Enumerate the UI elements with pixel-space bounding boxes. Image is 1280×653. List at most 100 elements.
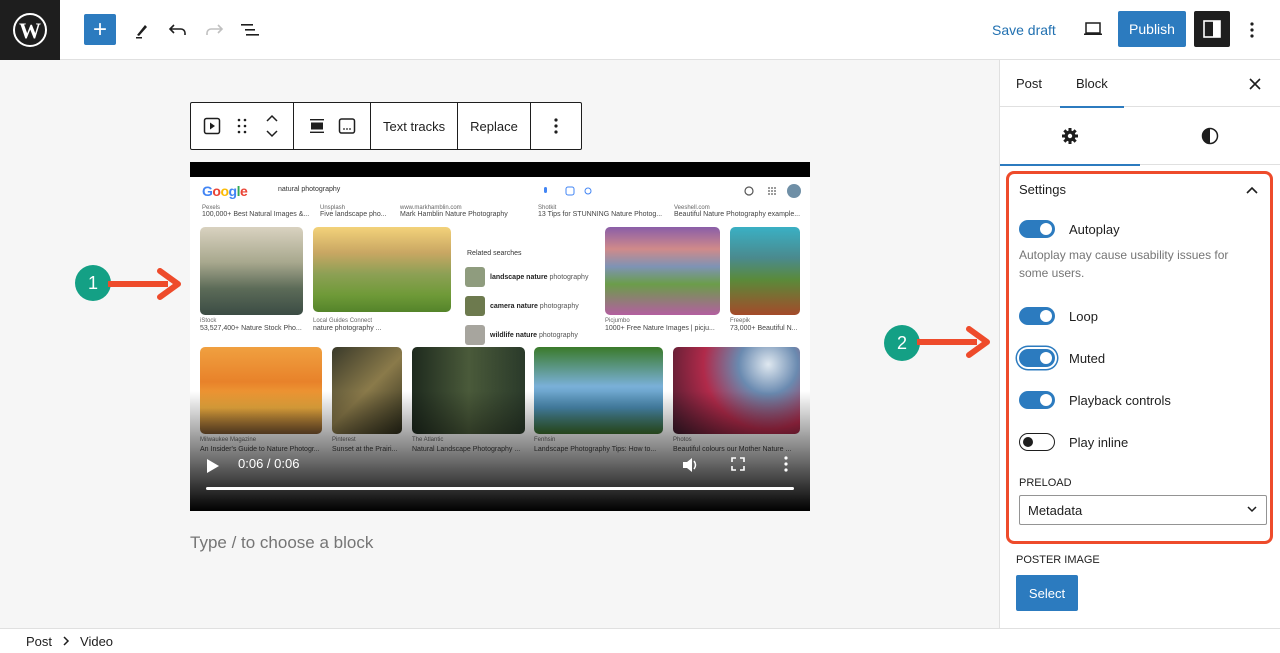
tab-styles[interactable] (1140, 107, 1280, 165)
account-icons (744, 184, 801, 198)
block-breadcrumb: Post Video (0, 628, 1280, 653)
document-overview-button[interactable] (236, 16, 264, 44)
block-inspector-tabs (1000, 107, 1280, 166)
autoplay-label: Autoplay (1069, 221, 1120, 237)
playback-controls-label: Playback controls (1069, 392, 1171, 408)
replace-button[interactable]: Replace (458, 103, 530, 149)
select-poster-button[interactable]: Select (1016, 575, 1078, 611)
volume-icon[interactable] (681, 456, 699, 474)
avatar-initial: F (735, 186, 740, 195)
preload-select[interactable]: Metadata (1019, 495, 1267, 525)
preload-label: PRELOAD (1019, 477, 1072, 489)
contrast-icon (1201, 127, 1219, 145)
loop-toggle[interactable] (1019, 307, 1055, 325)
undo-icon (168, 24, 186, 35)
image-result-thumbnail (605, 227, 720, 315)
more-vertical-icon (554, 118, 558, 134)
desktop-preview-icon (1084, 22, 1102, 35)
close-icon (1249, 78, 1261, 90)
breadcrumb-video[interactable]: Video (80, 634, 113, 649)
drag-handle[interactable] (227, 103, 257, 149)
sidebar-tabs: Post Block (1000, 60, 1280, 108)
result-source: Local Guides Connect (313, 318, 373, 324)
muted-label: Muted (1069, 350, 1106, 366)
text-tracks-button[interactable]: Text tracks (371, 103, 457, 149)
publish-button[interactable]: Publish (1118, 11, 1186, 47)
video-controls: 0:06 / 0:06 (190, 450, 810, 480)
result-title: Beautiful Nature Photography example... (674, 211, 801, 218)
result-title: Mark Hamblin Nature Photography (400, 211, 508, 218)
play-inline-toggle[interactable] (1019, 433, 1055, 451)
drag-icon (237, 118, 247, 134)
chevron-right-icon (63, 636, 70, 646)
play-icon[interactable] (206, 458, 220, 474)
image-result-thumbnail (730, 227, 800, 315)
related-search-item: landscape nature photography (465, 267, 588, 287)
tab-post[interactable]: Post (1000, 60, 1058, 107)
align-button[interactable] (302, 103, 332, 149)
breadcrumb-post[interactable]: Post (26, 634, 52, 649)
block-options-button[interactable] (541, 103, 571, 149)
play-inline-label: Play inline (1069, 434, 1129, 450)
video-more-icon[interactable] (784, 456, 788, 472)
caption-icon (338, 118, 356, 134)
playback-controls-toggle[interactable] (1019, 391, 1055, 409)
result-title: 1000+ Free Nature Images | picju... (605, 325, 715, 332)
sidebar-toggle-icon (1203, 20, 1221, 38)
video-progress-bar[interactable] (206, 487, 794, 490)
align-center-icon (310, 119, 324, 133)
result-source: iStock (200, 318, 217, 324)
plus-icon: + (92, 15, 107, 43)
more-options-button[interactable] (1240, 16, 1264, 44)
move-up-down-button[interactable] (257, 103, 287, 149)
muted-setting: Muted (1019, 349, 1105, 367)
annotation-arrow-1 (108, 268, 181, 300)
caption-button[interactable] (332, 103, 362, 149)
result-title: Five landscape pho... (320, 211, 387, 218)
close-sidebar-button[interactable] (1243, 72, 1267, 96)
block-toolbar: Text tracks Replace (190, 102, 582, 150)
video-block[interactable]: Google natural photography F Pexels 100,… (190, 162, 810, 511)
result-source: Freepik (730, 318, 751, 324)
settings-sidebar: Post Block Settings Autoplay Autoplay ma… (999, 60, 1280, 628)
settings-panel-highlight: Settings Autoplay Autoplay may cause usa… (1006, 171, 1273, 544)
muted-toggle[interactable] (1019, 349, 1055, 367)
chevron-up-down-icon (266, 114, 278, 138)
play-inline-setting: Play inline (1019, 433, 1128, 451)
redo-icon (206, 24, 224, 35)
list-view-icon (241, 24, 259, 36)
settings-panel-heading[interactable]: Settings (1019, 182, 1066, 197)
tab-settings[interactable] (1000, 107, 1140, 166)
block-appender-placeholder[interactable]: Type / to choose a block (190, 533, 373, 553)
wordpress-icon: W (13, 13, 47, 47)
chevron-up-icon (1246, 186, 1258, 194)
result-title: 13 Tips for STUNNING Nature Photog... (538, 211, 663, 218)
annotation-arrow-2 (917, 326, 990, 358)
svg-text:W: W (19, 18, 41, 43)
fullscreen-icon[interactable] (731, 457, 745, 471)
wordpress-logo[interactable]: W (0, 0, 60, 60)
gear-icon (1062, 128, 1078, 144)
undo-button[interactable] (164, 16, 192, 44)
tools-button[interactable] (128, 16, 156, 44)
loop-label: Loop (1069, 308, 1098, 324)
result-title: 73,000+ Beautiful N... (730, 325, 798, 332)
preview-button[interactable] (1078, 14, 1108, 44)
image-result-thumbnail (313, 227, 451, 312)
editor-header: W + Save draft Publish (0, 0, 1280, 60)
add-block-button[interactable]: + (84, 14, 116, 45)
block-type-button[interactable] (197, 103, 227, 149)
settings-sidebar-toggle[interactable] (1194, 11, 1230, 47)
step-1-badge: 1 (75, 265, 111, 301)
result-title: 53,527,400+ Nature Stock Pho... (200, 325, 302, 332)
tab-block[interactable]: Block (1060, 60, 1124, 108)
step-2-badge: 2 (884, 325, 920, 361)
redo-button[interactable] (200, 16, 228, 44)
collapse-settings-button[interactable] (1242, 180, 1262, 200)
result-source: Picjumbo (605, 318, 630, 324)
video-block-icon (203, 117, 221, 135)
search-query: natural photography (278, 186, 341, 193)
save-draft-button[interactable]: Save draft (984, 14, 1064, 46)
related-searches-title: Related searches (467, 250, 522, 257)
autoplay-toggle[interactable] (1019, 220, 1055, 238)
